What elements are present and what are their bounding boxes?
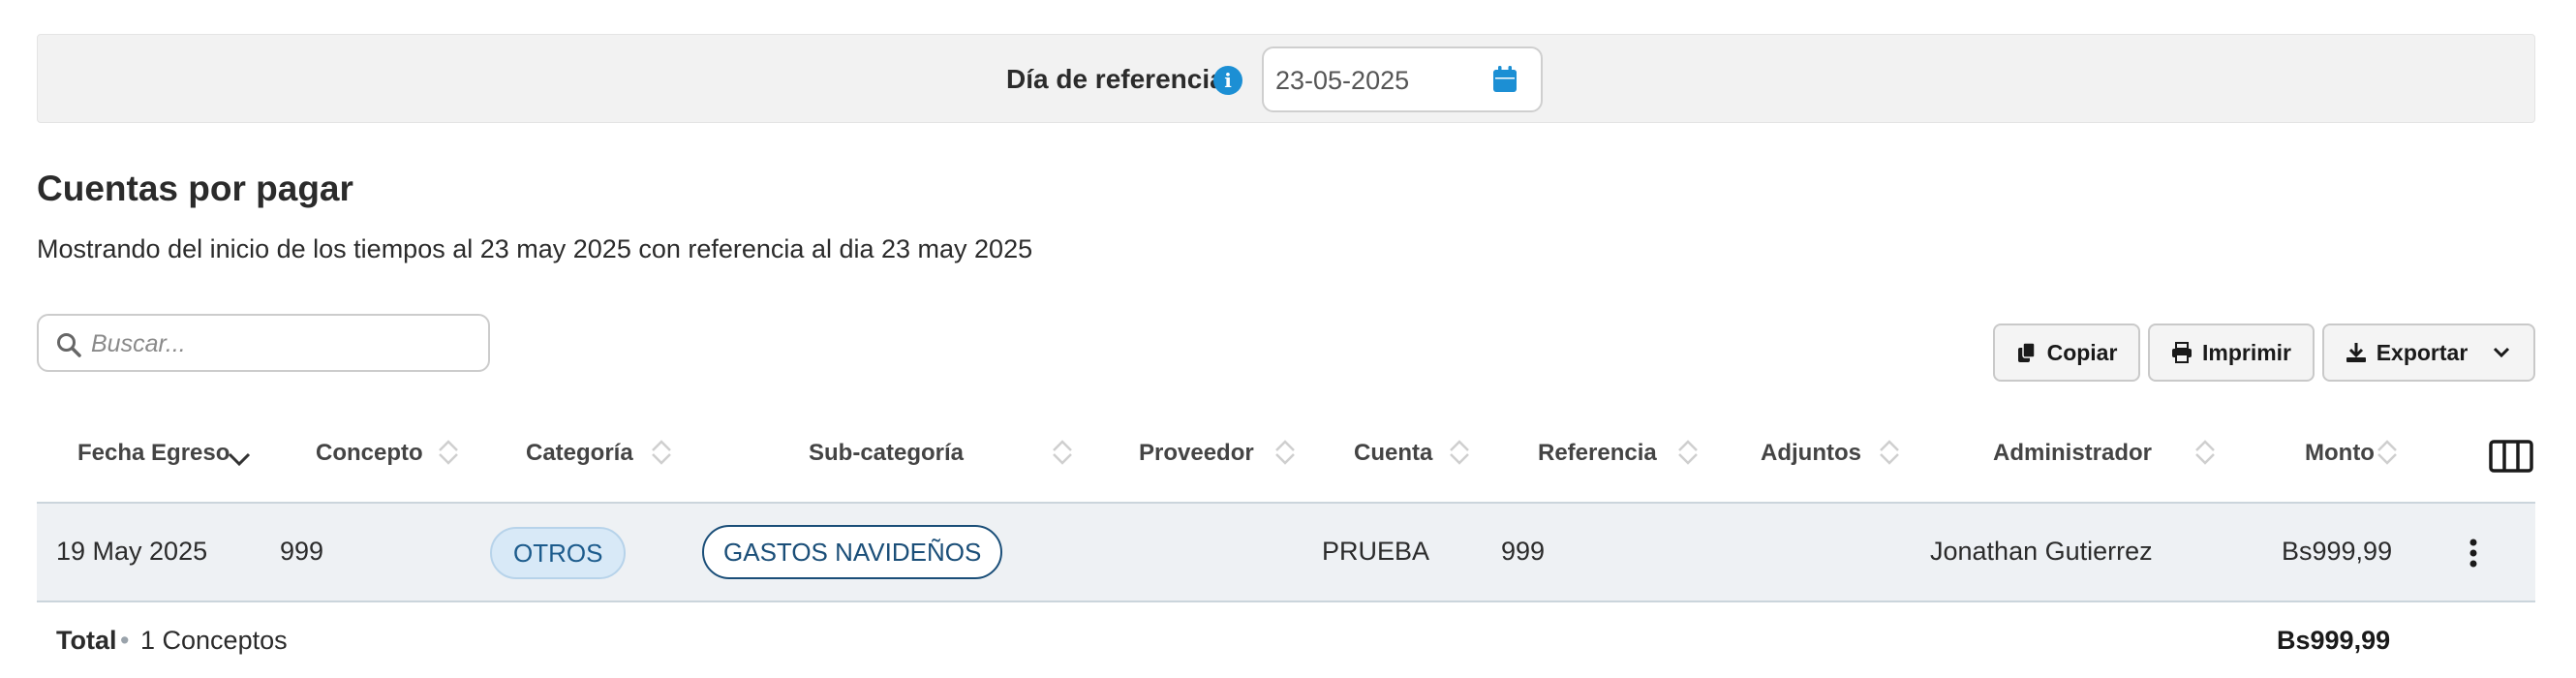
column-header-proveedor[interactable]: Proveedor	[1139, 440, 1254, 467]
export-dropdown-button[interactable]: Exportar	[2322, 324, 2535, 382]
sort-icon[interactable]	[2375, 436, 2400, 469]
sort-icon[interactable]	[1675, 436, 1701, 469]
column-header-adjuntos[interactable]: Adjuntos	[1761, 440, 1861, 467]
sort-icon[interactable]	[649, 436, 674, 469]
calendar-icon[interactable]	[1492, 66, 1518, 93]
search-input[interactable]	[91, 325, 478, 362]
reference-date-field[interactable]	[1262, 46, 1543, 112]
cell-administrador: Jonathan Gutierrez	[1930, 537, 2153, 566]
total-sum: Bs999,99	[2277, 626, 2391, 655]
column-header-concepto[interactable]: Concepto	[316, 440, 423, 467]
copy-icon	[2017, 342, 2036, 362]
total-separator: •	[120, 626, 130, 655]
page-title: Cuentas por pagar	[37, 169, 353, 208]
sort-icon[interactable]	[1877, 436, 1902, 469]
export-button-label: Exportar	[2376, 339, 2469, 365]
subcategory-badge: GASTOS NAVIDEÑOS	[702, 525, 1003, 579]
cell-cuenta: PRUEBA	[1322, 537, 1430, 566]
cell-referencia: 999	[1501, 537, 1546, 566]
copy-button[interactable]: Copiar	[1993, 324, 2140, 382]
column-header-administrador[interactable]: Administrador	[1993, 440, 2152, 467]
info-icon[interactable]: i	[1213, 66, 1242, 95]
column-visibility-icon[interactable]	[2489, 440, 2533, 473]
total-label: Total	[56, 626, 117, 655]
column-header-cuenta[interactable]: Cuenta	[1354, 440, 1432, 467]
column-header-subcategoria[interactable]: Sub-categoría	[809, 440, 964, 467]
table-footer: Total • 1 Conceptos Bs999,99	[37, 602, 2535, 678]
cell-concepto: 999	[280, 537, 324, 566]
sort-icon[interactable]	[1273, 436, 1298, 469]
download-icon	[2346, 343, 2366, 362]
printer-icon	[2171, 342, 2192, 363]
column-header-referencia[interactable]: Referencia	[1538, 440, 1657, 467]
sort-icon[interactable]	[2193, 436, 2218, 469]
sort-desc-icon[interactable]	[227, 449, 252, 469]
reference-date-bar: Día de referencia: i	[37, 34, 2535, 123]
column-header-monto[interactable]: Monto	[2305, 440, 2375, 467]
search-box[interactable]	[37, 314, 490, 372]
sort-icon[interactable]	[436, 436, 461, 469]
print-button[interactable]: Imprimir	[2148, 324, 2315, 382]
search-icon	[57, 333, 81, 357]
column-header-categoria[interactable]: Categoría	[526, 440, 633, 467]
cell-fecha-egreso: 19 May 2025	[56, 537, 208, 566]
row-actions-icon[interactable]	[2468, 539, 2479, 568]
sort-icon[interactable]	[1050, 436, 1075, 469]
cell-monto: Bs999,99	[2282, 537, 2393, 566]
copy-button-label: Copiar	[2046, 339, 2118, 365]
chevron-down-icon	[2494, 347, 2510, 358]
table-row[interactable]: 19 May 2025 999 OTROS GASTOS NAVIDEÑOS P…	[37, 504, 2535, 602]
column-header-fecha-egreso[interactable]: Fecha Egreso	[77, 440, 230, 467]
total-count: 1 Conceptos	[140, 626, 288, 655]
reference-date-label: Día de referencia:	[1006, 64, 1234, 94]
sort-icon[interactable]	[1447, 436, 1472, 469]
print-button-label: Imprimir	[2201, 339, 2292, 365]
table-header: Fecha Egreso Concepto Categoría Sub-cate…	[37, 416, 2535, 504]
category-badge: OTROS	[490, 527, 627, 579]
page-subtitle: Mostrando del inicio de los tiempos al 2…	[37, 234, 1033, 263]
reference-date-input[interactable]	[1275, 62, 1488, 99]
